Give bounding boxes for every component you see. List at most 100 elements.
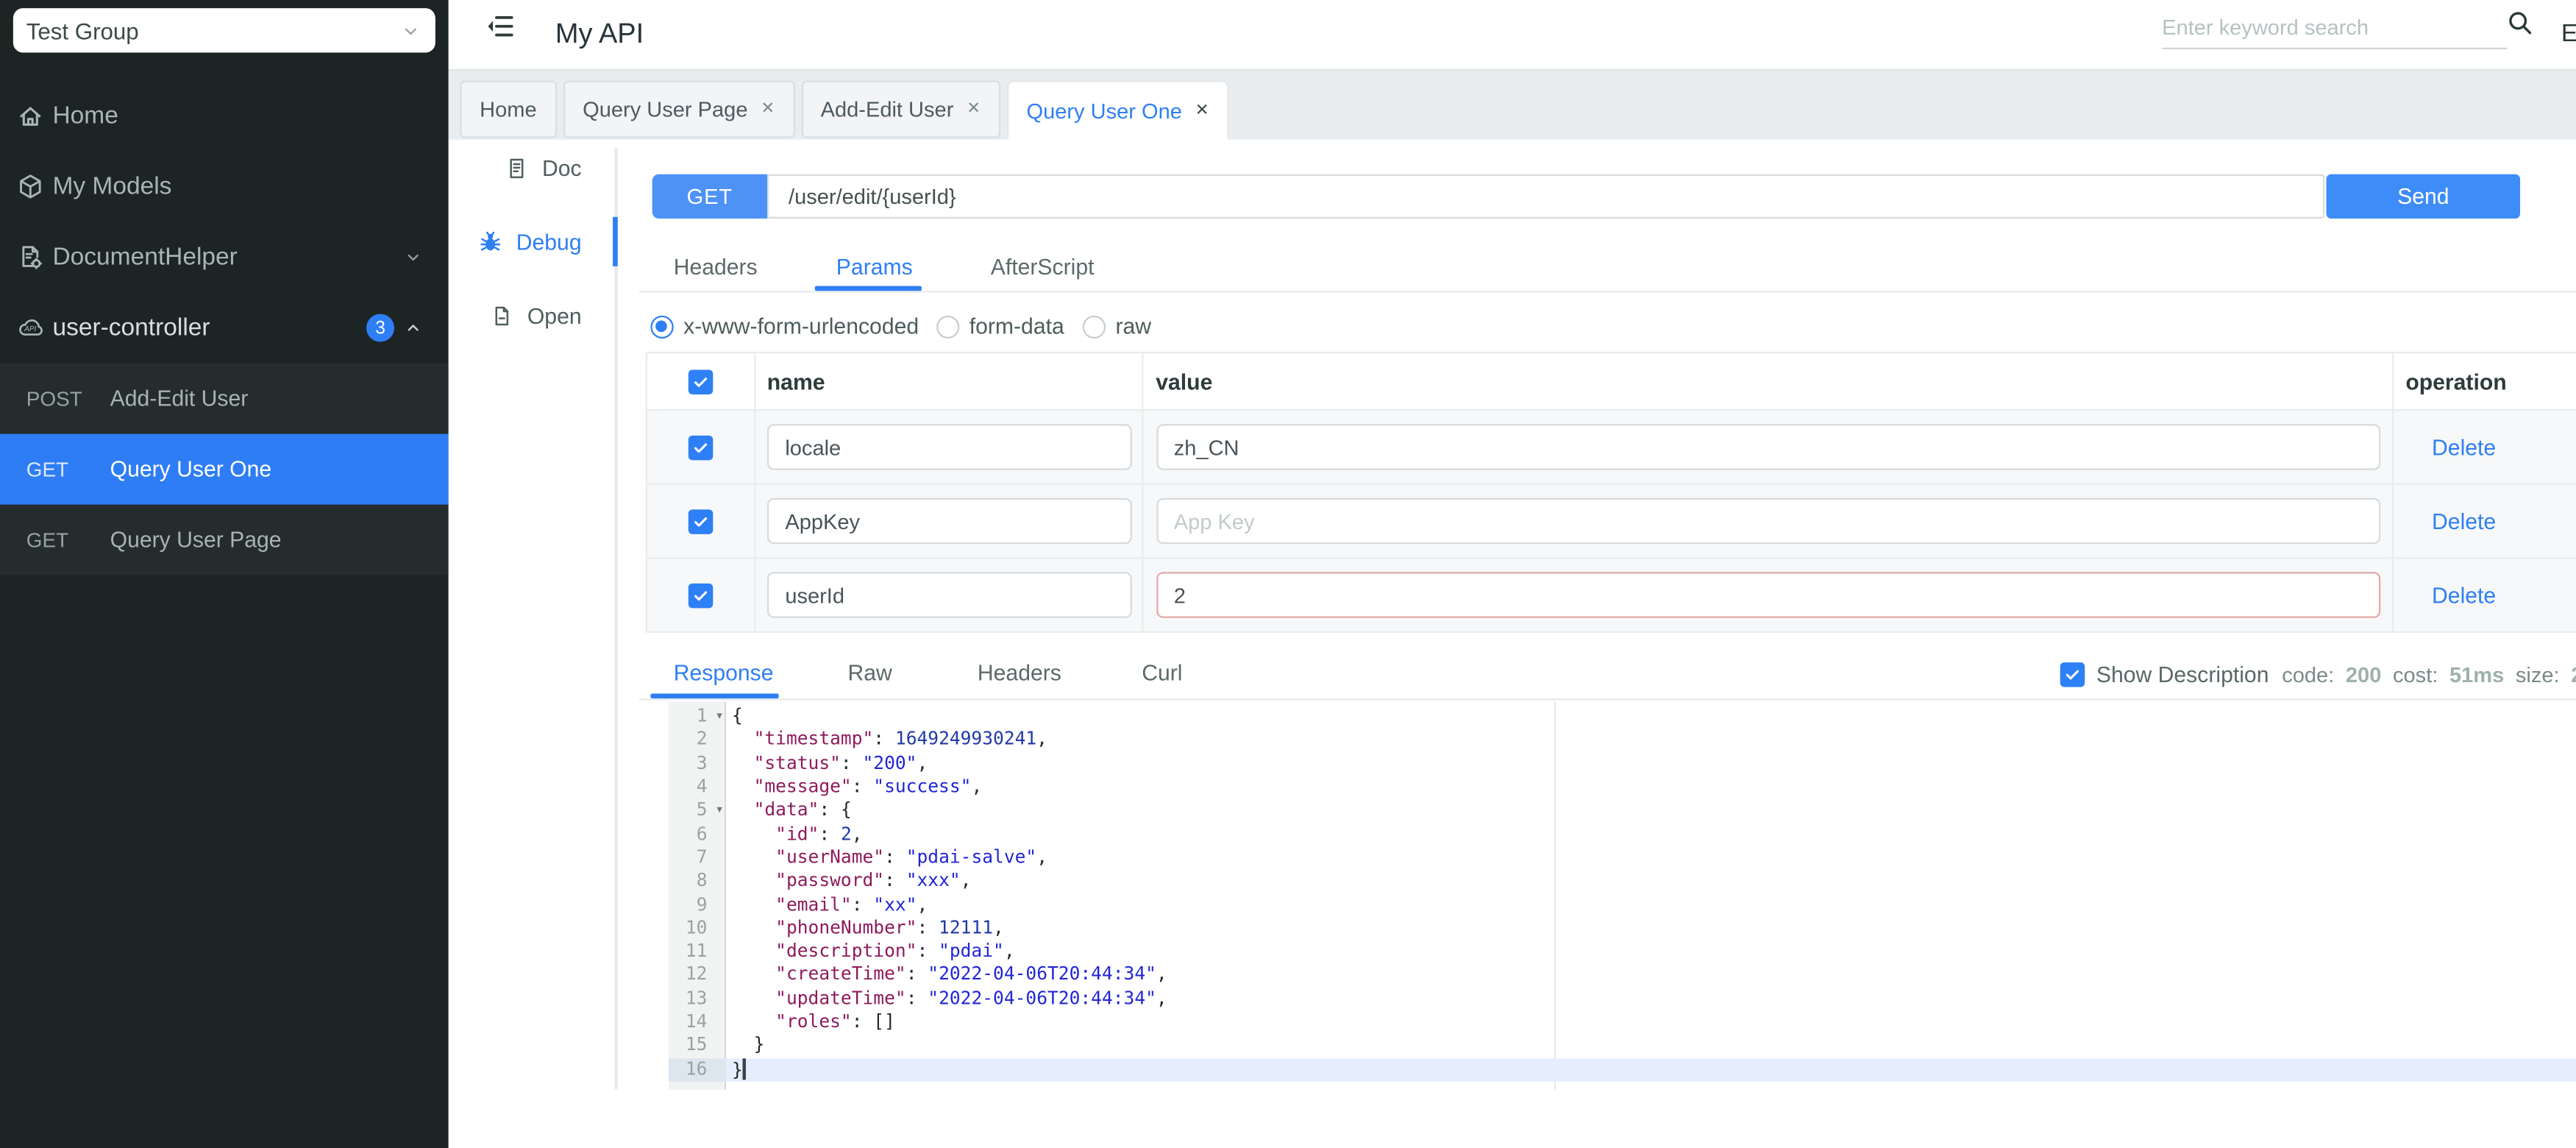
param-name-input[interactable] xyxy=(766,572,1132,618)
param-value-input[interactable] xyxy=(1156,424,2380,470)
radio-unselected-icon[interactable] xyxy=(1082,314,1106,338)
param-value-input[interactable] xyxy=(1156,497,2380,545)
send-button[interactable]: Send xyxy=(2326,174,2521,219)
sidebar-item-user-controller[interactable]: API user-controller 3 xyxy=(0,293,449,364)
gutter-line: 2 xyxy=(696,729,708,751)
mode-label: Doc xyxy=(541,156,582,181)
sidebar-item-label: Home xyxy=(52,102,118,130)
response-editor: 1 ▾ 2 3 4 5 ▾ 6 7 8 9 10 11 12 13 14 15 16 { "timestamp":… xyxy=(669,701,2576,1090)
column-header-label: value xyxy=(1156,369,1213,394)
code-line: } xyxy=(731,1034,765,1056)
group-select[interactable]: Test Group xyxy=(13,8,435,53)
search-icon[interactable] xyxy=(2507,10,2533,36)
param-row: Delete xyxy=(647,483,2576,558)
editor-code[interactable]: { "timestamp": 1649249930241, "status": … xyxy=(725,705,2576,1082)
param-value-cell xyxy=(1142,559,2394,631)
request-tab-afterscript[interactable]: AfterScript xyxy=(991,247,1095,289)
delete-link[interactable]: Delete xyxy=(2394,509,2496,534)
response-tab-raw[interactable]: Raw xyxy=(847,656,892,692)
document-helper-icon xyxy=(16,244,44,272)
column-header-operation: operation xyxy=(2394,353,2576,409)
radio-unselected-icon[interactable] xyxy=(936,314,960,338)
mode-nav: Doc Debug Open xyxy=(465,132,594,354)
delete-link[interactable]: Delete xyxy=(2394,435,2496,460)
code-line: "createTime": "2022-04-06T20:44:34", xyxy=(775,963,1167,985)
close-icon[interactable]: ✕ xyxy=(967,100,981,118)
response-meta: code: 200 cost: 51ms size: 254 B xyxy=(2282,661,2576,687)
mode-doc[interactable]: Doc xyxy=(465,132,594,206)
gutter-line: 5 ▾ xyxy=(669,799,725,823)
code-line: "message": "success", xyxy=(753,776,983,798)
mode-debug[interactable]: Debug xyxy=(465,205,594,280)
row-checkbox[interactable] xyxy=(688,509,714,534)
gutter-line: 8 xyxy=(696,869,708,891)
home-icon xyxy=(16,102,44,130)
url-input[interactable] xyxy=(767,174,2325,219)
row-select-cell xyxy=(647,559,756,631)
search-input[interactable] xyxy=(2162,6,2508,48)
tab-query-user-page[interactable]: Query User Page ✕ xyxy=(563,80,794,138)
language-toggle[interactable]: En xyxy=(2561,0,2576,69)
gutter-line: 1 ▾ xyxy=(669,705,725,729)
mode-open[interactable]: Open xyxy=(465,280,594,354)
code-line: "roles": [] xyxy=(775,1010,895,1032)
request-tab-params[interactable]: Params xyxy=(836,247,913,289)
param-name-input[interactable] xyxy=(766,424,1132,470)
fold-toggle-icon[interactable]: ▾ xyxy=(715,799,723,823)
sidebar-item-my-models[interactable]: My Models xyxy=(0,151,449,222)
row-checkbox[interactable] xyxy=(688,434,714,460)
param-name-input[interactable] xyxy=(766,497,1132,545)
row-checkbox[interactable] xyxy=(688,582,714,608)
open-tabs-bar: Home Query User Page ✕ Add-Edit User ✕ Query … xyxy=(448,68,2576,140)
close-icon[interactable]: ✕ xyxy=(1195,101,1209,119)
response-meta-value: 51ms xyxy=(2449,661,2505,687)
chevron-down-icon xyxy=(404,248,422,266)
body-type-form-data[interactable]: form-data xyxy=(936,314,1064,339)
response-tab-response[interactable]: Response xyxy=(674,656,774,692)
body-type-label: raw xyxy=(1115,313,1152,339)
api-cloud-icon: API xyxy=(16,314,44,342)
column-header-value: value xyxy=(1142,353,2394,410)
select-all-checkbox[interactable] xyxy=(688,369,714,394)
show-description-checkbox[interactable] xyxy=(2060,661,2085,687)
code-line: "id": 2, xyxy=(775,822,863,845)
request-tab-headers[interactable]: Headers xyxy=(674,247,758,289)
code-line: "updateTime": "2022-04-06T20:44:34", xyxy=(775,987,1167,1009)
body-type-x-www-form-urlencoded[interactable]: x-www-form-urlencoded xyxy=(650,314,919,339)
delete-link[interactable]: Delete xyxy=(2394,583,2496,608)
menu-fold-icon[interactable] xyxy=(486,11,516,40)
fold-toggle-icon[interactable]: ▾ xyxy=(715,705,723,729)
header-search xyxy=(2162,6,2508,50)
endpoint-query-user-one[interactable]: GET Query User One xyxy=(0,433,449,505)
show-description-toggle: Show Description xyxy=(2060,661,2269,687)
radio-selected-icon[interactable] xyxy=(650,314,674,338)
sidebar-item-home[interactable]: Home xyxy=(0,80,449,151)
endpoint-query-user-page[interactable]: GET Query User Page xyxy=(0,505,449,575)
response-tab-headers[interactable]: Headers xyxy=(978,656,1061,692)
code-line: "email": "xx", xyxy=(775,893,928,915)
body-type-raw[interactable]: raw xyxy=(1082,313,1152,339)
response-meta-label: code: xyxy=(2282,661,2335,687)
tab-home[interactable]: Home xyxy=(460,80,557,138)
gutter-line: 13 xyxy=(685,987,708,1009)
code-line: "phoneNumber": 12111, xyxy=(775,916,1004,938)
close-icon[interactable]: ✕ xyxy=(761,100,775,118)
param-value-input[interactable] xyxy=(1156,572,2380,618)
column-header-name: name xyxy=(755,353,1143,410)
param-name-cell xyxy=(755,559,1143,631)
body-type-label: x-www-form-urlencoded xyxy=(683,313,919,339)
response-tab-curl[interactable]: Curl xyxy=(1142,656,1182,692)
code-line: } xyxy=(725,1057,2576,1082)
chevron-down-icon xyxy=(401,21,421,40)
tab-query-user-one[interactable]: Query User One ✕ xyxy=(1006,80,1229,140)
endpoint-count-badge: 3 xyxy=(366,313,395,342)
page-title: My API xyxy=(555,18,644,50)
api-debug-app: Test Group Home My Models DocumentHelper AP… xyxy=(0,0,2576,1148)
sidebar-item-label: user-controller xyxy=(52,313,210,342)
sidebar-item-label: DocumentHelper xyxy=(52,243,238,272)
endpoint-add-edit-user[interactable]: POST Add-Edit User xyxy=(0,364,449,434)
tab-add-edit-user[interactable]: Add-Edit User ✕ xyxy=(800,80,1000,138)
sidebar-item-documenthelper[interactable]: DocumentHelper xyxy=(0,222,449,293)
gutter-line: 4 xyxy=(696,776,708,798)
sidebar: Test Group Home My Models DocumentHelper AP… xyxy=(0,0,449,1148)
